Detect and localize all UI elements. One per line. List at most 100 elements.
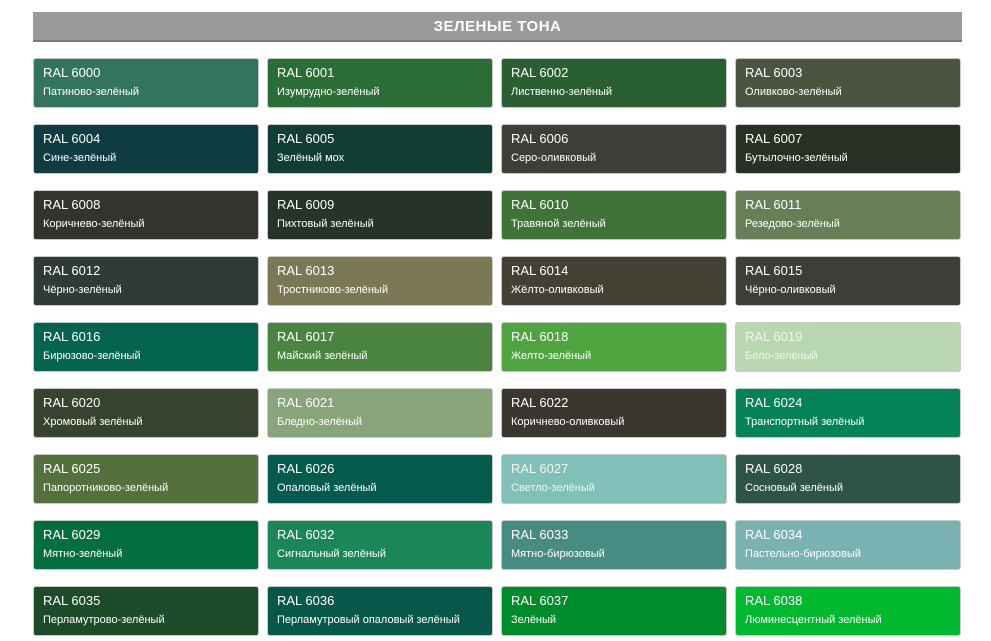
- section-title: ЗЕЛЕНЫЕ ТОНА: [433, 18, 562, 35]
- swatch-name: Резедово-зелёный: [745, 218, 840, 230]
- color-swatch-ral-6011[interactable]: RAL 6011 Резедово-зелёный: [735, 190, 961, 240]
- swatch-code: RAL 6002: [511, 65, 569, 80]
- swatch-code: RAL 6035: [43, 593, 101, 608]
- swatch-code: RAL 6034: [745, 527, 803, 542]
- swatch-name: Пихтовый зелёный: [277, 218, 374, 230]
- swatch-name: Сине-зелёный: [43, 152, 117, 164]
- swatch-name: Зелёный мох: [277, 152, 345, 164]
- swatch-code: RAL 6029: [43, 527, 101, 542]
- swatch-name: Мятно-бирюзовый: [511, 548, 605, 560]
- swatch-name: Жёлто-оливковый: [511, 284, 604, 296]
- color-swatch-ral-6032[interactable]: RAL 6032 Сигнальный зелёный: [267, 520, 493, 570]
- color-swatch-ral-6034[interactable]: RAL 6034 Пастельно-бирюзовый: [735, 520, 961, 570]
- swatch-code: RAL 6000: [43, 65, 101, 80]
- color-swatch-ral-6001[interactable]: RAL 6001 Изумрудно-зелёный: [267, 58, 493, 108]
- color-swatch-ral-6014[interactable]: RAL 6014 Жёлто-оливковый: [501, 256, 727, 306]
- swatch-code: RAL 6010: [511, 197, 569, 212]
- swatch-code: RAL 6036: [277, 593, 335, 608]
- swatch-code: RAL 6007: [745, 131, 803, 146]
- swatch-code: RAL 6027: [511, 461, 569, 476]
- swatch-name: Светло-зелёный: [511, 482, 595, 494]
- color-swatch-ral-6033[interactable]: RAL 6033 Мятно-бирюзовый: [501, 520, 727, 570]
- swatch-grid: RAL 6000 Патиново-зелёный RAL 6001 Изумрудн…: [33, 58, 962, 636]
- swatch-name: Патиново-зелёный: [43, 86, 139, 98]
- color-swatch-ral-6002[interactable]: RAL 6002 Лиственно-зелёный: [501, 58, 727, 108]
- swatch-code: RAL 6026: [277, 461, 335, 476]
- swatch-name: Майский зелёный: [277, 350, 368, 362]
- swatch-name: Чёрно-зелёный: [43, 284, 122, 296]
- color-swatch-ral-6000[interactable]: RAL 6000 Патиново-зелёный: [33, 58, 259, 108]
- swatch-code: RAL 6001: [277, 65, 335, 80]
- swatch-name: Изумрудно-зелёный: [277, 86, 380, 98]
- swatch-name: Папоротниково-зелёный: [43, 482, 169, 494]
- swatch-name: Бирюзово-зелёный: [43, 350, 141, 362]
- swatch-name: Мятно-зелёный: [43, 548, 123, 560]
- color-swatch-ral-6027[interactable]: RAL 6027 Светло-зелёный: [501, 454, 727, 504]
- swatch-code: RAL 6018: [511, 329, 569, 344]
- color-swatch-ral-6016[interactable]: RAL 6016 Бирюзово-зелёный: [33, 322, 259, 372]
- swatch-code: RAL 6024: [745, 395, 803, 410]
- section-header: ЗЕЛЕНЫЕ ТОНА: [33, 12, 962, 42]
- swatch-name: Люминесцентный зелёный: [745, 614, 882, 626]
- swatch-name: Хромовый зелёный: [43, 416, 143, 428]
- swatch-code: RAL 6009: [277, 197, 335, 212]
- color-swatch-ral-6006[interactable]: RAL 6006 Серо-оливковый: [501, 124, 727, 174]
- swatch-code: RAL 6016: [43, 329, 101, 344]
- swatch-code: RAL 6012: [43, 263, 101, 278]
- color-swatch-ral-6025[interactable]: RAL 6025 Папоротниково-зелёный: [33, 454, 259, 504]
- swatch-name: Чёрно-оливковый: [745, 284, 836, 296]
- color-swatch-ral-6005[interactable]: RAL 6005 Зелёный мох: [267, 124, 493, 174]
- color-swatch-ral-6010[interactable]: RAL 6010 Травяной зелёный: [501, 190, 727, 240]
- color-swatch-ral-6024[interactable]: RAL 6024 Транспортный зелёный: [735, 388, 961, 438]
- color-swatch-ral-6037[interactable]: RAL 6037 Зелёный: [501, 586, 727, 636]
- swatch-name: Коричнево-зелёный: [43, 218, 145, 230]
- swatch-name: Пастельно-бирюзовый: [745, 548, 861, 560]
- swatch-code: RAL 6014: [511, 263, 569, 278]
- swatch-name: Лиственно-зелёный: [511, 86, 613, 98]
- swatch-name: Опаловый зелёный: [277, 482, 377, 494]
- color-swatch-ral-6036[interactable]: RAL 6036 Перламутровый опаловый зелёный: [267, 586, 493, 636]
- color-swatch-ral-6008[interactable]: RAL 6008 Коричнево-зелёный: [33, 190, 259, 240]
- color-swatch-ral-6004[interactable]: RAL 6004 Сине-зелёный: [33, 124, 259, 174]
- swatch-code: RAL 6038: [745, 593, 803, 608]
- color-swatch-ral-6035[interactable]: RAL 6035 Перламутрово-зелёный: [33, 586, 259, 636]
- swatch-name: Бутылочно-зелёный: [745, 152, 848, 164]
- swatch-code: RAL 6033: [511, 527, 569, 542]
- color-swatch-ral-6026[interactable]: RAL 6026 Опаловый зелёный: [267, 454, 493, 504]
- swatch-name: Оливково-зелёный: [745, 86, 842, 98]
- swatch-name: Желто-зелёный: [511, 350, 592, 362]
- swatch-code: RAL 6020: [43, 395, 101, 410]
- color-swatch-ral-6018[interactable]: RAL 6018 Желто-зелёный: [501, 322, 727, 372]
- color-swatch-ral-6007[interactable]: RAL 6007 Бутылочно-зелёный: [735, 124, 961, 174]
- color-swatch-ral-6020[interactable]: RAL 6020 Хромовый зелёный: [33, 388, 259, 438]
- color-swatch-ral-6038[interactable]: RAL 6038 Люминесцентный зелёный: [735, 586, 961, 636]
- swatch-code: RAL 6008: [43, 197, 101, 212]
- swatch-name: Серо-оливковый: [511, 152, 597, 164]
- swatch-name: Перламутровый опаловый зелёный: [277, 614, 460, 626]
- color-swatch-ral-6009[interactable]: RAL 6009 Пихтовый зелёный: [267, 190, 493, 240]
- swatch-code: RAL 6032: [277, 527, 335, 542]
- color-swatch-ral-6015[interactable]: RAL 6015 Чёрно-оливковый: [735, 256, 961, 306]
- color-swatch-ral-6028[interactable]: RAL 6028 Сосновый зелёный: [735, 454, 961, 504]
- swatch-name: Бело-зелёный: [745, 350, 818, 362]
- swatch-code: RAL 6028: [745, 461, 803, 476]
- swatch-name: Перламутрово-зелёный: [43, 614, 165, 626]
- color-swatch-ral-6019[interactable]: RAL 6019 Бело-зелёный: [735, 322, 961, 372]
- swatch-code: RAL 6004: [43, 131, 101, 146]
- swatch-code: RAL 6005: [277, 131, 335, 146]
- swatch-code: RAL 6037: [511, 593, 569, 608]
- swatch-code: RAL 6021: [277, 395, 335, 410]
- swatch-name: Сосновый зелёный: [745, 482, 844, 494]
- swatch-code: RAL 6006: [511, 131, 569, 146]
- swatch-code: RAL 6003: [745, 65, 803, 80]
- color-swatch-ral-6017[interactable]: RAL 6017 Майский зелёный: [267, 322, 493, 372]
- color-swatch-ral-6021[interactable]: RAL 6021 Бледно-зелёный: [267, 388, 493, 438]
- swatch-name: Бледно-зелёный: [277, 416, 362, 428]
- swatch-name: Транспортный зелёный: [745, 416, 865, 428]
- color-swatch-ral-6003[interactable]: RAL 6003 Оливково-зелёный: [735, 58, 961, 108]
- color-swatch-ral-6012[interactable]: RAL 6012 Чёрно-зелёный: [33, 256, 259, 306]
- color-swatch-ral-6013[interactable]: RAL 6013 Тростниково-зелёный: [267, 256, 493, 306]
- swatch-code: RAL 6017: [277, 329, 335, 344]
- color-swatch-ral-6029[interactable]: RAL 6029 Мятно-зелёный: [33, 520, 259, 570]
- color-swatch-ral-6022[interactable]: RAL 6022 Коричнево-оливковый: [501, 388, 727, 438]
